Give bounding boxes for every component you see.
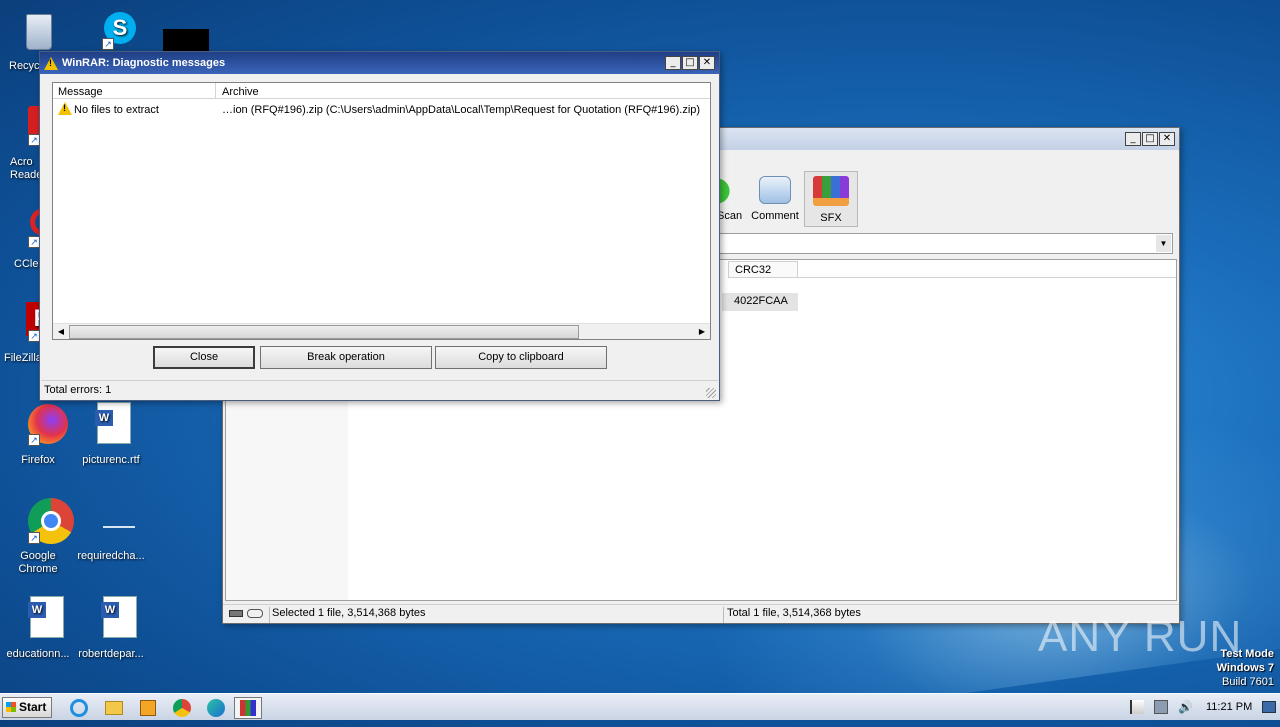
volume-icon[interactable]: 🔊: [1178, 700, 1193, 714]
archive-cell: …ion (RFQ#196).zip (C:\Users\admin\AppDa…: [222, 104, 701, 116]
close-window-button[interactable]: ✕: [699, 56, 715, 70]
anyrun-watermark: ANY RUN: [1038, 612, 1243, 661]
sfx-button[interactable]: SFX: [804, 171, 858, 227]
desktop-icon-chrome[interactable]: ↗ Google Chrome: [0, 498, 76, 576]
table-row[interactable]: 4022FCAA: [722, 293, 798, 311]
word-document-icon: W: [14, 596, 64, 644]
internet-explorer-icon: [70, 699, 88, 717]
comment-icon: [759, 176, 791, 204]
desktop-icon-educationn[interactable]: W educationn...: [0, 596, 76, 661]
folder-icon: [105, 701, 123, 715]
chevron-down-icon[interactable]: ▼: [1156, 235, 1171, 252]
warning-icon: [44, 56, 58, 70]
message-cell: No files to extract: [74, 104, 159, 116]
network-icon[interactable]: [1154, 700, 1168, 714]
messages-list: Message Archive No files to extract …ion…: [52, 82, 711, 340]
start-button[interactable]: Start: [2, 697, 52, 718]
recycle-bin-icon: [14, 8, 62, 56]
media-player-taskbar-button[interactable]: [136, 697, 160, 719]
desktop-icon-requiredcha[interactable]: requiredcha...: [73, 498, 149, 563]
close-window-button[interactable]: ✕: [1159, 132, 1175, 146]
comment-button[interactable]: Comment: [749, 176, 801, 222]
break-operation-button[interactable]: Break operation: [260, 346, 432, 369]
desktop-icon-picturenc[interactable]: W picturenc.rtf: [73, 402, 149, 467]
column-header-archive[interactable]: Archive: [216, 83, 710, 99]
scroll-right-button[interactable]: ▶: [696, 326, 708, 338]
dialog-statusbar: Total errors: 1: [41, 380, 718, 400]
minimize-button[interactable]: _: [665, 56, 681, 70]
diagnostic-dialog: WinRAR: Diagnostic messages _ □ ✕ Messag…: [39, 51, 720, 401]
maximize-button[interactable]: □: [1142, 132, 1158, 146]
chrome-icon: [173, 699, 191, 717]
column-header-crc32[interactable]: CRC32: [728, 261, 798, 278]
copy-to-clipboard-button[interactable]: Copy to clipboard: [435, 346, 607, 369]
maximize-button[interactable]: □: [682, 56, 698, 70]
flag-icon[interactable]: [1130, 700, 1144, 714]
winrar-taskbar-button[interactable]: [234, 697, 262, 719]
show-desktop-icon[interactable]: [1262, 701, 1276, 713]
system-tray: 🔊 11:21 PM: [1122, 698, 1278, 718]
path-combobox[interactable]: ▼: [719, 233, 1173, 254]
resize-grip-icon[interactable]: [706, 388, 716, 398]
word-document-icon: W: [87, 596, 137, 644]
warning-icon: [58, 102, 72, 115]
scroll-thumb[interactable]: [69, 325, 579, 339]
tree-pane: [226, 400, 348, 600]
sfx-icon: [813, 176, 849, 206]
column-header-message[interactable]: Message: [53, 83, 216, 99]
desktop-icon-firefox[interactable]: ↗ Firefox: [0, 402, 76, 467]
media-player-icon: [140, 700, 156, 716]
clock[interactable]: 11:21 PM: [1206, 701, 1252, 713]
taskbar: Start 🔊 11:21 PM: [0, 693, 1280, 720]
scan-button[interactable]: Scan: [717, 176, 747, 222]
horizontal-scrollbar[interactable]: ◀ ▶: [53, 323, 710, 339]
dialog-title: WinRAR: Diagnostic messages: [62, 57, 226, 69]
drive-icon: [229, 610, 243, 617]
edge-taskbar-button[interactable]: [204, 697, 228, 719]
black-tile: [163, 29, 209, 51]
key-icon: [247, 609, 263, 618]
desktop-icon-robertdepar[interactable]: W robertdepar...: [73, 596, 149, 661]
file-icon: [87, 498, 135, 546]
close-button[interactable]: Close: [153, 346, 255, 369]
diagnostic-titlebar: WinRAR: Diagnostic messages _ □ ✕: [40, 52, 719, 74]
scroll-left-button[interactable]: ◀: [55, 326, 67, 338]
skype-icon: S ↗: [88, 8, 136, 56]
winrar-icon: [240, 700, 256, 716]
chrome-icon: ↗: [14, 498, 74, 546]
winrar-statusbar: Selected 1 file, 3,514,368 bytes Total 1…: [223, 604, 1179, 623]
ie-taskbar-button[interactable]: [68, 697, 92, 719]
status-selected: Selected 1 file, 3,514,368 bytes: [269, 607, 723, 623]
column-header-filler: [798, 261, 1176, 278]
minimize-button[interactable]: _: [1125, 132, 1141, 146]
word-document-icon: W: [87, 402, 135, 450]
chrome-taskbar-button[interactable]: [170, 697, 194, 719]
test-mode-text: Test Mode Windows 7 Build 7601: [1216, 648, 1274, 688]
firefox-icon: ↗: [14, 402, 68, 450]
table-row[interactable]: No files to extract …ion (RFQ#196).zip (…: [56, 101, 706, 118]
windows-logo-icon: [6, 702, 16, 712]
edge-icon: [207, 699, 225, 717]
explorer-taskbar-button[interactable]: [102, 697, 126, 719]
